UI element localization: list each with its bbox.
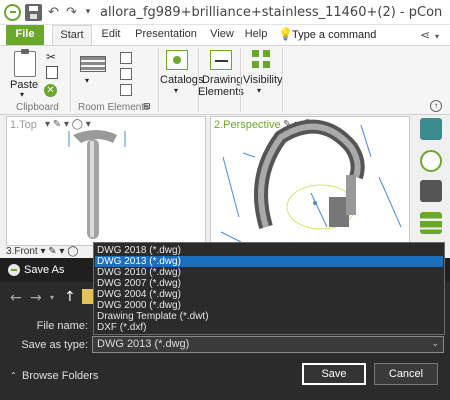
- viewport-tools-icon[interactable]: ▾ ✎ ▾ ◯: [40, 246, 78, 257]
- type-option[interactable]: Drawing Template (*.dwt): [95, 311, 443, 322]
- drawing-elements-icon[interactable]: [210, 50, 232, 70]
- globe-search-icon[interactable]: [420, 150, 442, 172]
- wall-icon[interactable]: [80, 56, 106, 72]
- column-icon[interactable]: [120, 84, 132, 96]
- save-as-type-value: DWG 2013 (*.dwg): [97, 338, 190, 350]
- dialog-launcher-icon[interactable]: ⊟: [143, 101, 151, 112]
- save-as-type-dropdown-list: DWG 2018 (*.dwg) DWG 2013 (*.dwg) DWG 20…: [93, 242, 445, 335]
- lightbulb-icon: 💡: [278, 27, 293, 41]
- catalogs-button-label[interactable]: Catalogs: [160, 74, 203, 86]
- chevron-up-icon[interactable]: ⌃: [10, 371, 17, 380]
- window-title: allora_fg989+brilliance+stainless_11460+…: [100, 5, 443, 20]
- tab-start[interactable]: Start: [52, 25, 92, 46]
- type-option[interactable]: DWG 2007 (*.dwg): [95, 278, 443, 289]
- group-divider: [198, 48, 199, 112]
- right-toolbar: [412, 116, 450, 246]
- type-option[interactable]: DWG 2018 (*.dwg): [95, 245, 443, 256]
- visibility-icon[interactable]: [252, 50, 270, 68]
- object-tool-icon[interactable]: [420, 118, 442, 140]
- recent-locations-icon[interactable]: ▾: [50, 293, 54, 302]
- ribbon-tabs: File Start Edit Presentation View Help 💡…: [0, 25, 450, 46]
- catalogs-icon[interactable]: [166, 50, 188, 70]
- paste-button-label[interactable]: Paste: [10, 79, 38, 91]
- type-option[interactable]: DWG 2000 (*.dwg): [95, 300, 443, 311]
- faucet-perspective-drawing: [220, 119, 402, 243]
- chevron-down-icon[interactable]: ▾: [174, 86, 178, 95]
- delete-icon[interactable]: ✕: [44, 84, 57, 97]
- app-logo-icon[interactable]: [4, 4, 21, 21]
- tab-help[interactable]: Help: [242, 25, 270, 45]
- group-divider: [240, 48, 241, 112]
- drawing-elements-label-line1[interactable]: Drawing: [202, 74, 242, 86]
- tell-me-input[interactable]: Type a command: [292, 29, 376, 41]
- box-icon[interactable]: [420, 180, 442, 202]
- undo-icon[interactable]: ↶: [45, 4, 62, 21]
- paste-icon[interactable]: [14, 49, 36, 77]
- drawing-elements-label-line2[interactable]: Elements: [198, 86, 244, 98]
- redo-icon[interactable]: ↷: [63, 4, 80, 21]
- ribbon-panel: Paste ▾ ✂ ✕ Clipboard ▾ Room Elements ⊟ …: [0, 45, 450, 115]
- visibility-button-label[interactable]: Visibility: [243, 74, 283, 86]
- cut-icon[interactable]: ✂: [46, 50, 56, 64]
- type-option[interactable]: DXF (*.dxf): [95, 322, 443, 333]
- app-logo-icon: [8, 264, 20, 276]
- dialog-title: Save As: [24, 264, 65, 276]
- browse-folders-toggle[interactable]: Browse Folders: [22, 370, 98, 382]
- viewport-title-front[interactable]: 3.Front: [6, 246, 38, 257]
- save-button[interactable]: Save: [302, 363, 366, 385]
- group-divider: [282, 48, 283, 112]
- chevron-down-icon[interactable]: ▾: [20, 90, 24, 99]
- faucet-top-view-drawing: [68, 130, 126, 239]
- viewport-front-bar: 3.Front ▾ ✎ ▾ ◯: [6, 246, 96, 258]
- save-icon[interactable]: [25, 4, 42, 21]
- door-icon[interactable]: [120, 52, 132, 64]
- type-option[interactable]: DWG 2004 (*.dwg): [95, 289, 443, 300]
- up-arrow-icon[interactable]: ↑: [64, 289, 76, 305]
- file-name-label: File name:: [36, 320, 88, 332]
- tab-view[interactable]: View: [205, 25, 239, 45]
- forward-arrow-icon[interactable]: →: [30, 290, 42, 306]
- type-option-selected[interactable]: DWG 2013 (*.dwg): [95, 256, 443, 267]
- window-icon[interactable]: [120, 68, 132, 80]
- save-as-type-label: Save as type:: [21, 339, 88, 351]
- title-bar: ↶ ↷ ▾ allora_fg989+brilliance+stainless_…: [0, 0, 450, 25]
- chevron-down-icon[interactable]: ▾: [257, 86, 261, 95]
- group-label-clipboard: Clipboard: [16, 102, 59, 113]
- cancel-button[interactable]: Cancel: [374, 363, 438, 385]
- group-divider: [158, 48, 159, 112]
- save-as-type-select[interactable]: DWG 2013 (*.dwg) ⌄: [92, 336, 444, 353]
- tab-presentation[interactable]: Presentation: [130, 25, 202, 45]
- tab-edit[interactable]: Edit: [96, 25, 126, 45]
- collapse-ribbon-icon[interactable]: ↑: [430, 100, 442, 112]
- type-option[interactable]: DWG 2010 (*.dwg): [95, 267, 443, 278]
- quick-access-dropdown-icon[interactable]: ▾: [83, 4, 93, 21]
- group-divider: [70, 48, 71, 112]
- tab-file[interactable]: File: [6, 25, 44, 45]
- viewport-perspective[interactable]: 2.Perspective ✎ ▾ ◯ ▾: [210, 116, 410, 246]
- share-icon[interactable]: ⋖: [420, 27, 430, 44]
- chevron-down-icon[interactable]: ▾: [85, 76, 89, 85]
- copy-icon[interactable]: [46, 66, 58, 79]
- chevron-down-icon[interactable]: ⌄: [431, 338, 439, 349]
- chevron-down-icon[interactable]: ▾: [435, 28, 439, 45]
- group-label-room-elements: Room Elements: [78, 102, 150, 113]
- layers-icon[interactable]: [420, 212, 442, 234]
- back-arrow-icon[interactable]: ←: [10, 290, 22, 306]
- viewport-top[interactable]: 1.Top ▾ ✎ ▾ ◯ ▾: [6, 116, 206, 246]
